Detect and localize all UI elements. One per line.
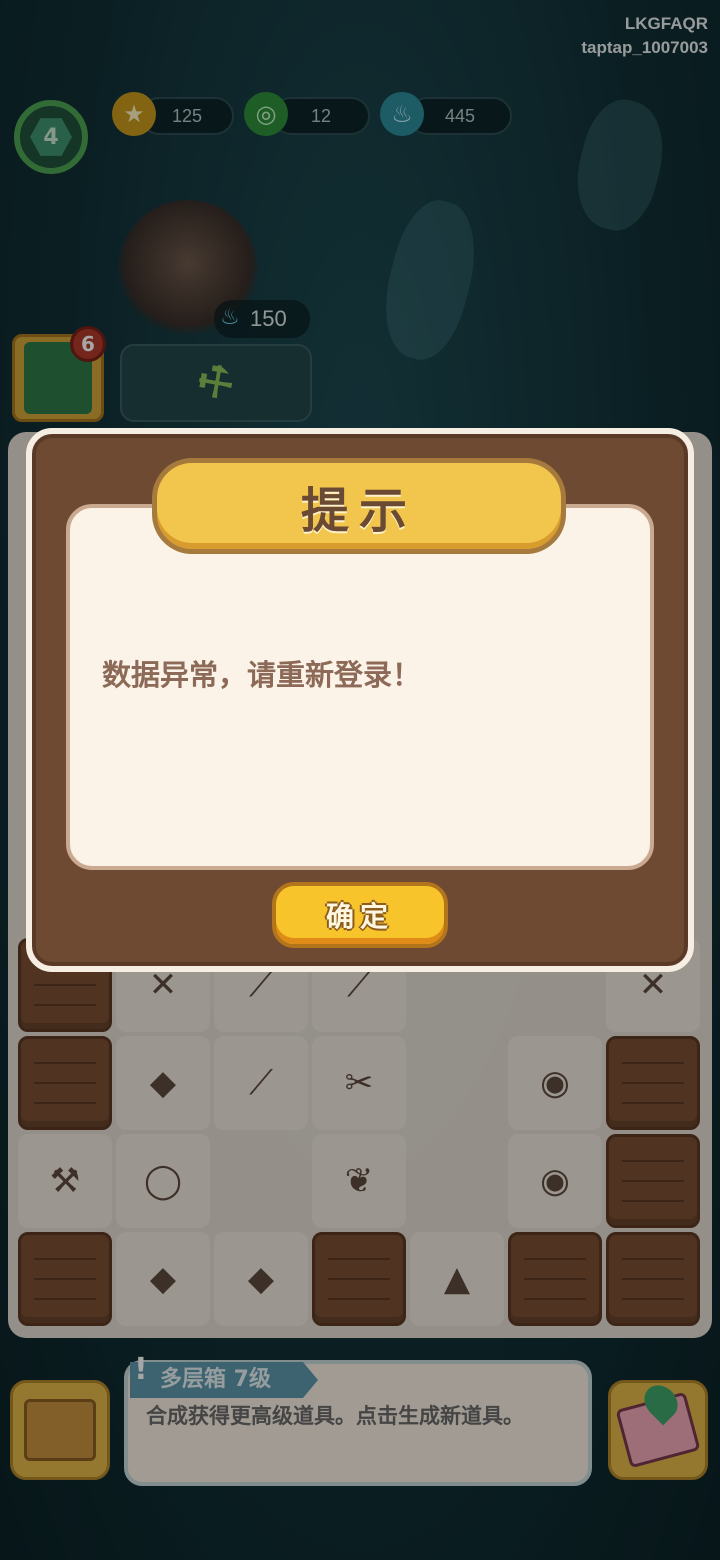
dialog-title-banner: 提示 [152, 458, 566, 554]
dialog-message: 数据异常，请重新登录！ [102, 658, 422, 692]
confirm-button-label: 确定 [325, 900, 394, 933]
confirm-button[interactable]: 确定 [272, 882, 448, 948]
dialog-title: 提示 [300, 483, 417, 539]
